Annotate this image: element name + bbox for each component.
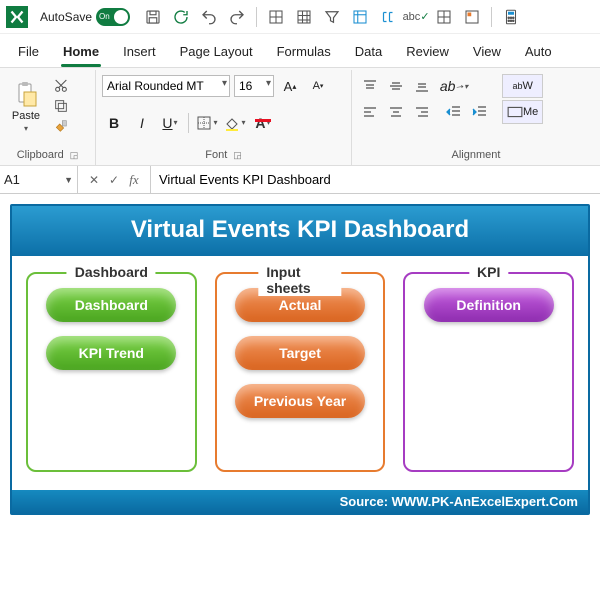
group-label-clipboard: Clipboard◲	[6, 147, 89, 165]
increase-font-icon[interactable]: A▴	[278, 74, 302, 98]
cut-icon[interactable]	[50, 77, 72, 95]
chevron-down-icon[interactable]: ▼	[64, 175, 73, 185]
bold-button[interactable]: B	[102, 111, 126, 135]
cell-reference: A1	[4, 172, 20, 187]
cancel-formula-icon[interactable]: ✕	[84, 173, 104, 187]
freeze-panes-icon[interactable]	[349, 6, 371, 28]
italic-button[interactable]: I	[130, 111, 154, 135]
spellcheck-icon[interactable]: abc✓	[405, 6, 427, 28]
nav-button-dashboard[interactable]: Dashboard	[46, 288, 176, 322]
tab-file[interactable]: File	[6, 38, 51, 67]
dashboard-container: Virtual Events KPI Dashboard Dashboard D…	[10, 204, 590, 515]
orientation-icon[interactable]: ab↗▾	[442, 74, 466, 98]
fx-icon[interactable]: fx	[124, 172, 144, 188]
tab-review[interactable]: Review	[394, 38, 461, 67]
copy-icon[interactable]	[50, 97, 72, 115]
separator	[491, 7, 492, 27]
font-name-select[interactable]	[102, 75, 230, 97]
dashboard-footer: Source: WWW.PK-AnExcelExpert.Com	[12, 490, 588, 513]
dashboard-title: Virtual Events KPI Dashboard	[12, 206, 588, 256]
merge-center-button[interactable]: Me	[502, 100, 543, 124]
name-box[interactable]: A1 ▼	[0, 166, 78, 193]
format-painter-icon[interactable]	[50, 117, 72, 135]
calculator-icon[interactable]	[500, 6, 522, 28]
decrease-font-icon[interactable]: A▾	[306, 74, 330, 98]
formula-bar: A1 ▼ ✕ ✓ fx	[0, 166, 600, 194]
cell-styles-icon[interactable]	[433, 6, 455, 28]
formula-input[interactable]	[151, 166, 600, 193]
nav-button-target[interactable]: Target	[235, 336, 365, 370]
underline-button[interactable]: U▾	[158, 111, 182, 135]
separator	[256, 7, 257, 27]
nav-button-kpi-trend[interactable]: KPI Trend	[46, 336, 176, 370]
panel-legend: KPI	[469, 264, 508, 280]
save-icon[interactable]	[142, 6, 164, 28]
align-middle-icon[interactable]	[384, 74, 408, 98]
panel-input-sheets: Input sheets Actual Target Previous Year	[215, 272, 386, 472]
panel-dashboard: Dashboard Dashboard KPI Trend	[26, 272, 197, 472]
undo-icon[interactable]	[198, 6, 220, 28]
refresh-icon[interactable]	[170, 6, 192, 28]
conditional-format-icon[interactable]	[461, 6, 483, 28]
tab-automate[interactable]: Auto	[513, 38, 564, 67]
ribbon: Paste ▾ Clipboard◲ A▴ A▾ B I U▾ ▾ ▾ A▾	[0, 68, 600, 166]
nav-button-definition[interactable]: Definition	[424, 288, 554, 322]
tab-home[interactable]: Home	[51, 38, 111, 67]
quick-access-toolbar: AutoSave On abc✓	[0, 0, 600, 34]
toggle-switch-icon[interactable]: On	[96, 8, 130, 26]
excel-logo-icon	[6, 6, 28, 28]
group-alignment: ab↗▾ ab W Me Alignment	[352, 70, 600, 165]
tab-view[interactable]: View	[461, 38, 513, 67]
group-font: A▴ A▾ B I U▾ ▾ ▾ A▾ Font◲	[96, 70, 352, 165]
dialog-launcher-icon[interactable]: ◲	[70, 150, 79, 161]
group-label-font: Font◲	[102, 147, 345, 165]
font-color-button[interactable]: A▾	[251, 111, 275, 135]
tab-page-layout[interactable]: Page Layout	[168, 38, 265, 67]
align-center-icon[interactable]	[384, 100, 408, 124]
align-top-icon[interactable]	[358, 74, 382, 98]
borders-button[interactable]: ▾	[195, 111, 219, 135]
panel-legend: Input sheets	[258, 264, 341, 296]
paste-label: Paste	[12, 110, 40, 122]
fill-color-button[interactable]: ▾	[223, 111, 247, 135]
autosave-toggle[interactable]: AutoSave On	[40, 8, 130, 26]
tab-data[interactable]: Data	[343, 38, 394, 67]
group-clipboard: Paste ▾ Clipboard◲	[0, 70, 96, 165]
panel-kpi: KPI Definition	[403, 272, 574, 472]
nav-button-previous-year[interactable]: Previous Year	[235, 384, 365, 418]
tab-insert[interactable]: Insert	[111, 38, 168, 67]
align-left-icon[interactable]	[358, 100, 382, 124]
increase-indent-icon[interactable]	[468, 100, 492, 124]
group-icon[interactable]	[377, 6, 399, 28]
align-right-icon[interactable]	[410, 100, 434, 124]
filter-icon[interactable]	[321, 6, 343, 28]
autosave-label: AutoSave	[40, 10, 92, 24]
table-icon[interactable]	[293, 6, 315, 28]
wrap-text-button[interactable]: ab W	[502, 74, 543, 98]
panel-legend: Dashboard	[67, 264, 156, 280]
align-bottom-icon[interactable]	[410, 74, 434, 98]
group-label-alignment: Alignment	[358, 147, 594, 165]
dialog-launcher-icon[interactable]: ◲	[233, 150, 242, 161]
redo-icon[interactable]	[226, 6, 248, 28]
tab-formulas[interactable]: Formulas	[265, 38, 343, 67]
decrease-indent-icon[interactable]	[442, 100, 466, 124]
ribbon-tabs: File Home Insert Page Layout Formulas Da…	[0, 34, 600, 68]
enter-formula-icon[interactable]: ✓	[104, 173, 124, 187]
paste-button[interactable]: Paste ▾	[6, 78, 46, 135]
font-size-select[interactable]	[234, 75, 274, 97]
worksheet-area: Virtual Events KPI Dashboard Dashboard D…	[0, 194, 600, 515]
borders-icon[interactable]	[265, 6, 287, 28]
